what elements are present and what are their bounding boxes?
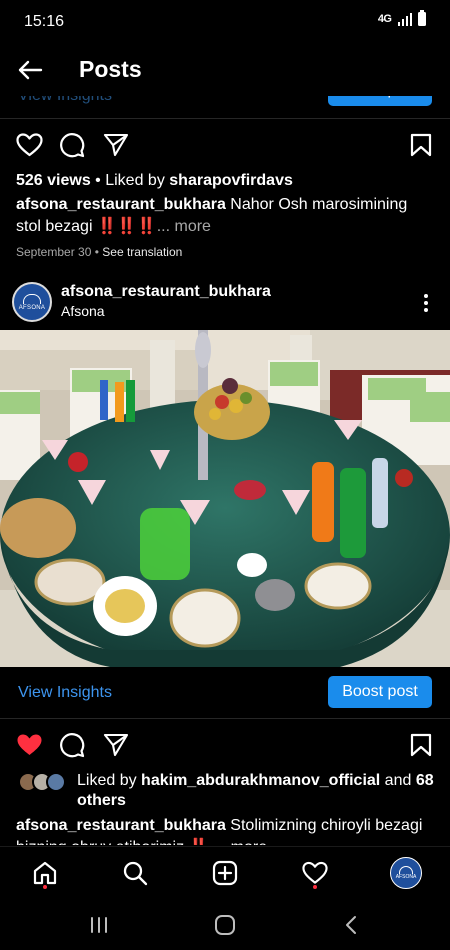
profile-avatar-text: AFSONA bbox=[395, 874, 417, 880]
caption-username-link[interactable]: afsona_restaurant_bukhara bbox=[16, 817, 226, 834]
caption-more-link[interactable]: ... more bbox=[157, 218, 211, 235]
comment-icon bbox=[60, 133, 85, 158]
post2-actions bbox=[0, 729, 450, 769]
back-arrow-icon bbox=[18, 60, 43, 80]
post-image[interactable] bbox=[0, 330, 450, 667]
post-username-link[interactable]: afsona_restaurant_bukhara bbox=[61, 283, 271, 301]
post1-likes: 526 views • Liked by sharapovfirdavs bbox=[16, 170, 436, 192]
back-system-button[interactable] bbox=[336, 913, 366, 937]
bottom-navigation: AFSONA bbox=[0, 846, 450, 900]
heart-icon bbox=[15, 133, 43, 157]
caption-text: Stolimizning chiroyli bezagi bbox=[225, 817, 423, 834]
liked-by-label: Liked by bbox=[77, 772, 142, 789]
profile-avatar: AFSONA bbox=[390, 857, 422, 889]
nav-profile[interactable]: AFSONA bbox=[389, 856, 423, 890]
post1-caption: afsona_restaurant_bukhara Nahor Osh maro… bbox=[16, 194, 436, 238]
create-icon bbox=[212, 860, 238, 886]
battery-icon bbox=[418, 10, 426, 26]
boost-post-button[interactable]: Boost post bbox=[328, 676, 432, 708]
caption-emoji: ‼️‼️‼️ bbox=[96, 218, 157, 235]
save-button[interactable] bbox=[405, 129, 437, 161]
heart-icon bbox=[302, 861, 328, 884]
unlike-button[interactable] bbox=[13, 729, 45, 761]
send-icon bbox=[103, 133, 129, 157]
post1-actions bbox=[0, 129, 450, 169]
comment-button[interactable] bbox=[56, 129, 88, 161]
send-icon bbox=[103, 733, 129, 757]
recent-apps-icon bbox=[91, 917, 107, 933]
divider bbox=[0, 118, 450, 119]
bookmark-icon bbox=[410, 133, 432, 157]
home-notification-dot bbox=[43, 885, 47, 889]
logo-building-icon bbox=[23, 293, 41, 304]
previous-boost-button[interactable]: Boost post bbox=[328, 96, 432, 106]
app-header: Posts bbox=[0, 44, 450, 96]
post-location-link[interactable]: Afsona bbox=[61, 303, 105, 319]
status-time: 15:16 bbox=[24, 13, 65, 30]
liked-by-label: • Liked by bbox=[90, 172, 170, 189]
caption-username-link[interactable]: afsona_restaurant_bukhara bbox=[16, 196, 226, 213]
see-translation-link[interactable]: See translation bbox=[102, 245, 182, 259]
nav-search[interactable] bbox=[120, 857, 150, 889]
recent-apps-button[interactable] bbox=[84, 913, 114, 937]
share-button[interactable] bbox=[100, 129, 132, 161]
post-avatar[interactable]: AFSONA bbox=[12, 282, 52, 322]
nav-create[interactable] bbox=[210, 857, 240, 889]
comment-icon bbox=[60, 733, 85, 758]
caption-line2: bizning obruy etiborimiz ‼️ ... more bbox=[16, 837, 436, 845]
post2-caption: afsona_restaurant_bukhara Stolimizning c… bbox=[16, 815, 436, 845]
bookmark-icon bbox=[410, 733, 432, 757]
back-button[interactable] bbox=[14, 55, 46, 85]
system-navigation bbox=[0, 900, 450, 950]
home-system-icon bbox=[215, 915, 235, 935]
view-insights-link[interactable]: View Insights bbox=[18, 684, 112, 702]
banquet-table-image bbox=[0, 330, 450, 667]
divider bbox=[0, 718, 450, 719]
like-button[interactable] bbox=[13, 129, 45, 161]
post2-likes: Liked by hakim_abdurakhmanov_official an… bbox=[77, 771, 437, 811]
status-bar: 15:16 4G bbox=[0, 0, 450, 44]
page-title: Posts bbox=[79, 56, 142, 82]
home-icon bbox=[33, 861, 57, 885]
logo-building-icon bbox=[399, 866, 413, 874]
activity-notification-dot bbox=[313, 885, 317, 889]
back-chevron-icon bbox=[346, 916, 356, 934]
network-type: 4G bbox=[377, 13, 392, 25]
views-count: 526 views bbox=[16, 172, 91, 189]
liker-avatar bbox=[46, 772, 66, 792]
status-icons: 4G bbox=[377, 10, 426, 26]
heart-filled-icon bbox=[17, 734, 41, 755]
avatar-text: AFSONA bbox=[18, 304, 46, 311]
previous-view-insights-link[interactable]: View Insights bbox=[18, 96, 112, 105]
liked-by-user-link[interactable]: hakim_abdurakhmanov_official bbox=[141, 772, 380, 789]
signal-icon bbox=[397, 12, 412, 26]
post2-header: AFSONA afsona_restaurant_bukhara Afsona bbox=[0, 280, 450, 328]
liked-by-avatars bbox=[18, 772, 72, 794]
more-options-button[interactable] bbox=[414, 288, 438, 318]
post-date: September 30 bbox=[16, 245, 92, 259]
previous-post-strip: View Insights Boost post bbox=[0, 96, 450, 110]
liked-by-user-link[interactable]: sharapovfirdavs bbox=[169, 172, 293, 189]
date-separator: • bbox=[91, 245, 103, 259]
search-icon bbox=[123, 861, 148, 886]
save-button[interactable] bbox=[405, 729, 437, 761]
liked-by-and: and bbox=[380, 772, 416, 789]
home-system-button[interactable] bbox=[210, 913, 240, 937]
share-button[interactable] bbox=[100, 729, 132, 761]
post1-date-row: September 30 • See translation bbox=[16, 244, 436, 260]
comment-button[interactable] bbox=[56, 729, 88, 761]
